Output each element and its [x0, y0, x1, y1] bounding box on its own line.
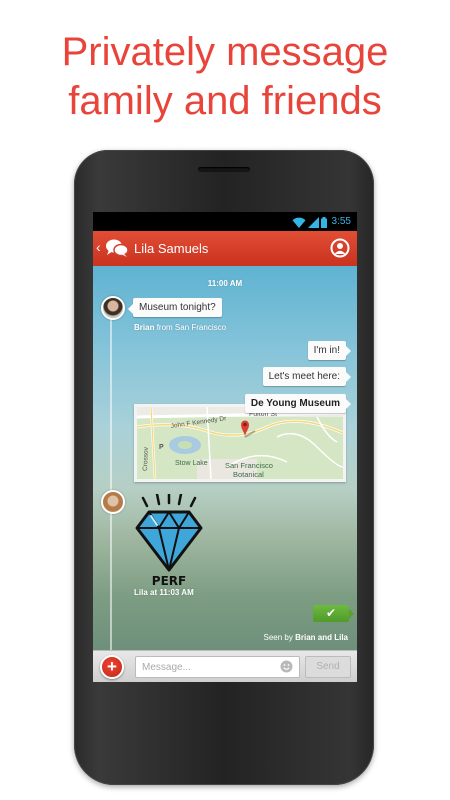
chevron-left-icon[interactable]: ‹	[96, 240, 101, 254]
map-label-parking: P	[159, 444, 164, 451]
map-label-lake: Stow Lake	[175, 460, 208, 467]
message-bubble-location[interactable]: De Young Museum	[244, 394, 352, 413]
status-icons	[292, 215, 327, 228]
person-circle-icon[interactable]	[330, 238, 350, 263]
status-bar: 3:55	[93, 212, 357, 231]
map-label-crossover: Crossov	[142, 446, 150, 471]
phone-speaker	[198, 167, 250, 172]
message-composer: + Send	[93, 650, 357, 682]
promo-headline: Privately message family and friends	[0, 28, 450, 126]
read-receipt: Seen by Brian and Lila	[264, 633, 349, 642]
phone-screen: 3:55 ‹ Lila Samuels 11:00 AM Museum toni…	[93, 212, 357, 682]
seen-prefix: Seen by	[263, 633, 293, 642]
plus-icon[interactable]: +	[100, 655, 124, 679]
sticker-caption: PERF	[152, 574, 186, 588]
contact-name[interactable]: Lila Samuels	[134, 241, 208, 256]
message-bubble-outgoing[interactable]: Let's meet here:	[262, 367, 352, 386]
avatar-lila[interactable]	[101, 490, 125, 514]
sender-location: from San Francisco	[156, 323, 227, 332]
signal-icon	[308, 217, 319, 228]
thread-timestamp: 11:00 AM	[207, 279, 243, 288]
wifi-icon	[292, 217, 306, 228]
conversation-app-bar: ‹ Lila Samuels	[93, 231, 357, 266]
diamond-sticker[interactable]: PERF	[133, 491, 205, 593]
headline-line-2: family and friends	[68, 79, 382, 123]
location-map-card[interactable]: Fulton St John F Kennedy Dr Stow Lake Sa…	[134, 404, 346, 482]
timeline-line	[110, 314, 112, 650]
status-clock: 3:55	[331, 216, 351, 227]
message-meta-brian: Brian from San Francisco	[134, 323, 226, 332]
battery-icon	[321, 217, 327, 228]
checkmark-icon: ✔	[313, 605, 354, 622]
avatar-brian[interactable]	[101, 296, 125, 320]
headline-line-1: Privately message	[61, 30, 389, 74]
chat-bubbles-icon[interactable]	[105, 238, 129, 263]
message-bubble-incoming[interactable]: Museum tonight?	[128, 298, 222, 317]
smiley-icon[interactable]	[280, 660, 293, 678]
seen-names: Brian and Lila	[295, 633, 348, 642]
message-thread[interactable]: 11:00 AM Museum tonight? Brian from San …	[93, 266, 357, 650]
sender-name: Brian	[134, 323, 155, 332]
map-label-garden-2: Botanical	[233, 470, 264, 479]
send-button[interactable]: Send	[305, 656, 351, 678]
message-input[interactable]	[135, 656, 300, 678]
map-label-garden-1: San Francisco	[225, 461, 273, 470]
message-meta-lila: Lila at 11:03 AM	[134, 588, 194, 597]
message-bubble-outgoing[interactable]: I'm in!	[307, 341, 352, 360]
